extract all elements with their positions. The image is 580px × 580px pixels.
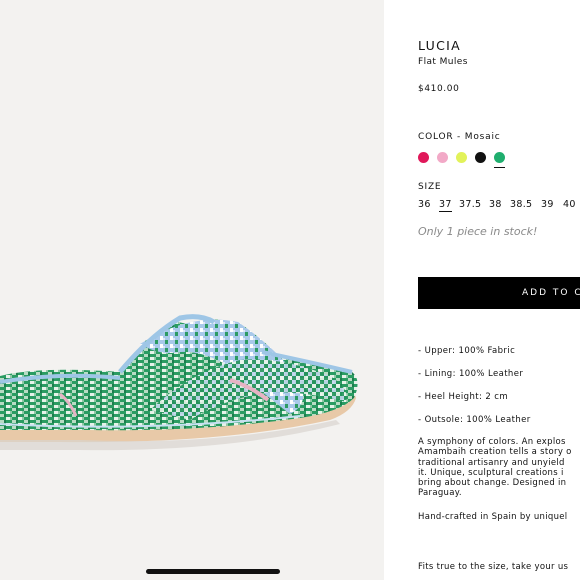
color-swatch-green[interactable] <box>494 152 505 163</box>
size-option[interactable]: 37.5 <box>459 199 481 210</box>
product-name: LUCIA <box>418 38 461 53</box>
description-line: it. Unique, sculptural creations i <box>418 467 564 478</box>
size-option-selected[interactable]: 37 <box>439 199 452 212</box>
product-price: $410.00 <box>418 84 460 94</box>
add-to-cart-button[interactable]: ADD TO CART <box>418 277 580 309</box>
description-line: bring about change. Designed in <box>418 478 567 489</box>
size-option[interactable]: 39 <box>541 199 554 210</box>
color-swatch-black[interactable] <box>475 152 486 163</box>
size-option[interactable]: 38 <box>489 199 502 210</box>
spec-outsole: - Outsole: 100% Leather <box>418 415 531 425</box>
fit-note: Fits true to the size, take your us <box>418 562 569 572</box>
stock-notice: Only 1 piece in stock! <box>418 225 538 238</box>
description-line: A symphony of colors. An explos <box>418 437 566 447</box>
color-swatch-lime[interactable] <box>456 152 467 163</box>
product-details: LUCIA Flat Mules $410.00 COLOR - Mosaic … <box>418 0 580 580</box>
product-image <box>0 0 384 580</box>
spec-heel-height: - Heel Height: 2 cm <box>418 392 509 402</box>
spec-lining: - Lining: 100% Leather <box>418 369 524 379</box>
size-options: 36 37 37.5 38 38.5 39 40 <box>418 199 580 215</box>
handmade-note: Hand-crafted in Spain by uniquel <box>418 512 568 522</box>
home-indicator[interactable] <box>146 569 280 574</box>
product-description: A symphony of colors. An explos Amambaih… <box>418 437 572 499</box>
color-swatch-pink[interactable] <box>437 152 448 163</box>
color-label: COLOR - Mosaic <box>418 132 501 142</box>
description-line: Paraguay. <box>418 488 462 499</box>
color-swatches <box>418 152 538 168</box>
selected-color-indicator <box>494 167 505 168</box>
description-line: Amambaih creation tells a story o <box>418 447 572 458</box>
spec-upper: - Upper: 100% Fabric <box>418 346 516 356</box>
color-swatch-red[interactable] <box>418 152 429 163</box>
size-label: SIZE <box>418 182 442 192</box>
size-option[interactable]: 38.5 <box>510 199 532 210</box>
size-option[interactable]: 36 <box>418 199 431 210</box>
product-subtitle: Flat Mules <box>418 57 468 67</box>
size-option[interactable]: 40 <box>563 199 576 210</box>
description-line: traditional artisanry and unyield <box>418 457 565 468</box>
